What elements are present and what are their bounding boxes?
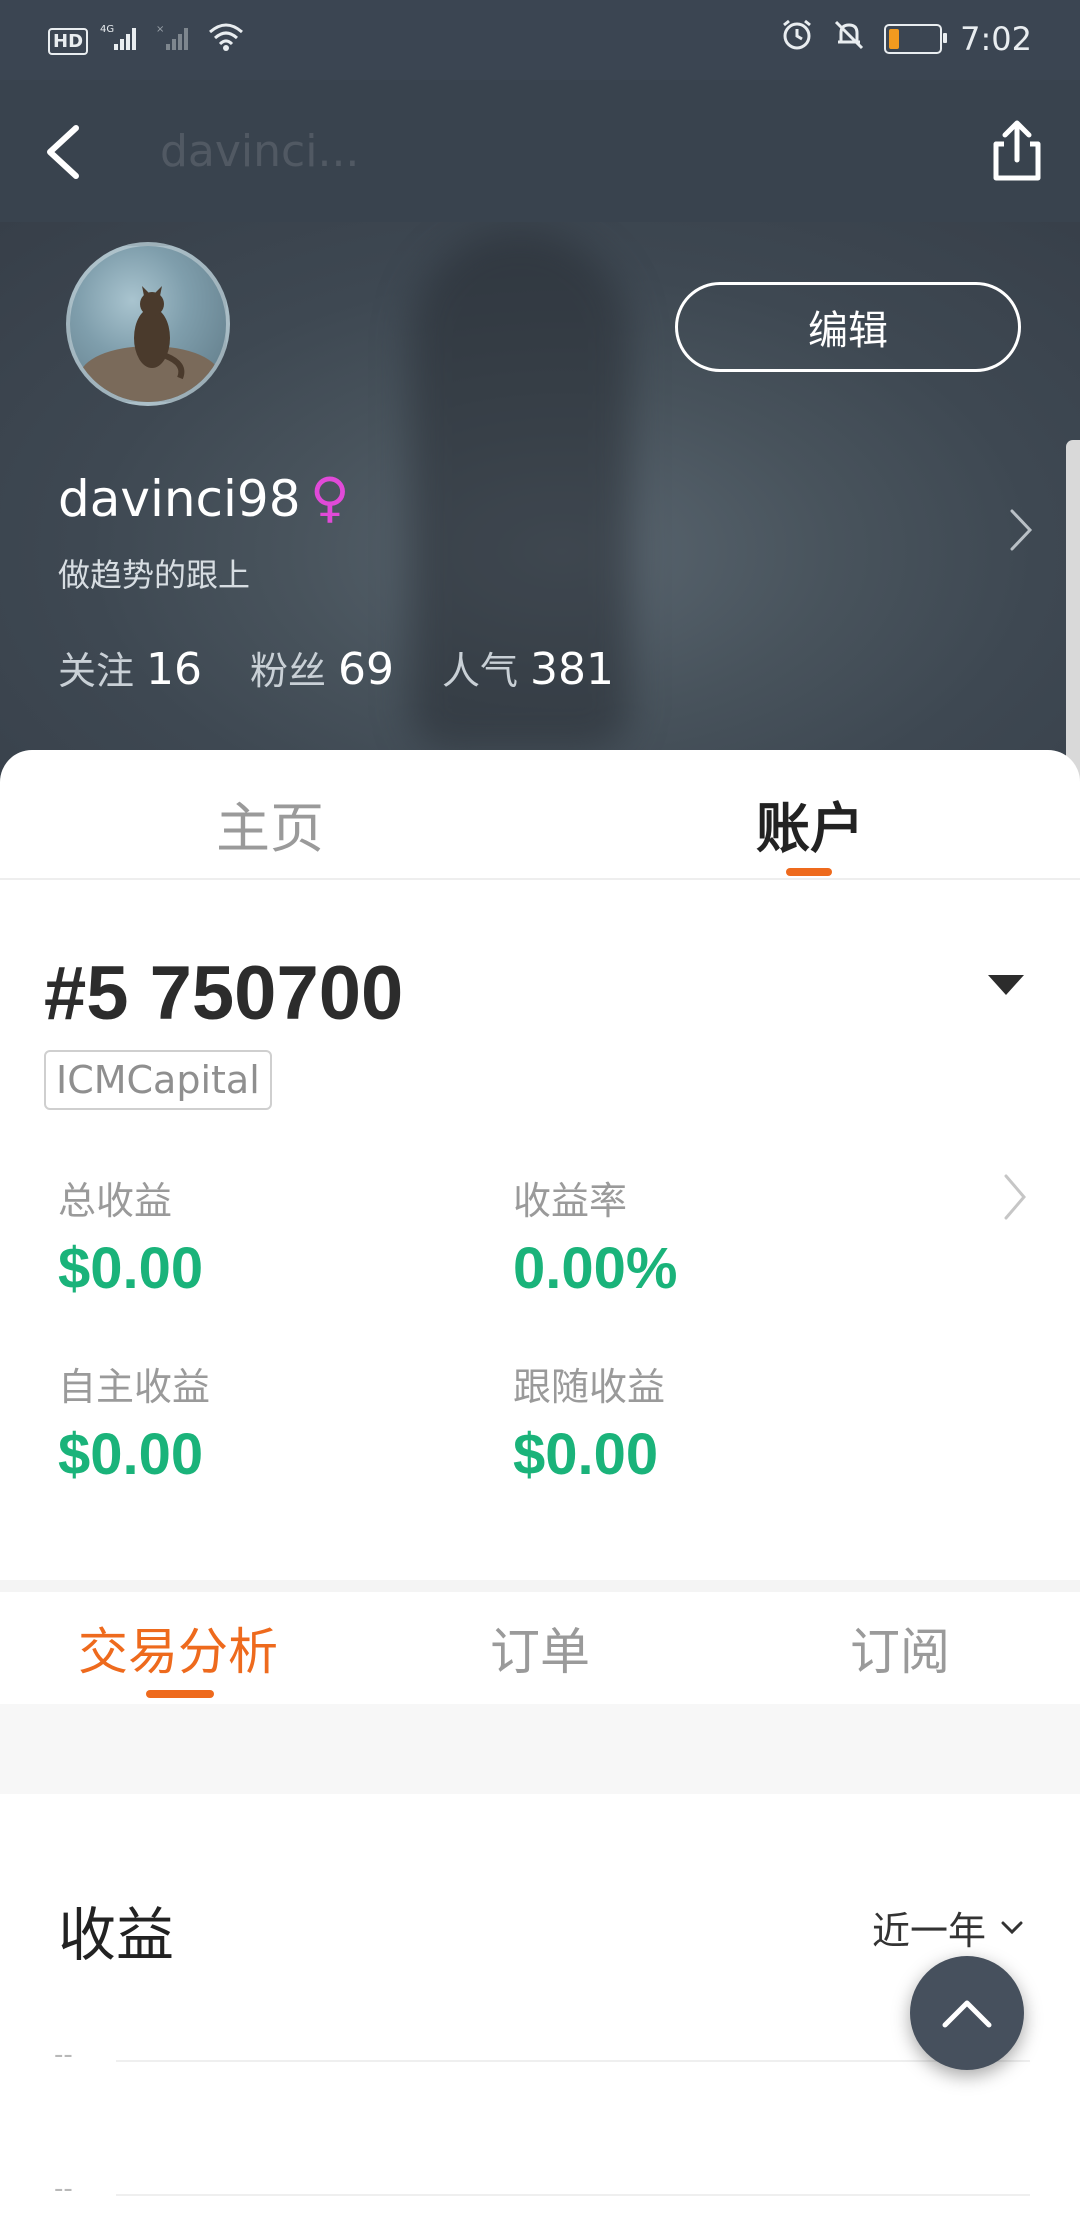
chart-tick-label: -- bbox=[54, 2174, 73, 2204]
metrics-detail-chevron-icon[interactable] bbox=[1000, 1170, 1030, 1224]
stat-label: 关注 bbox=[58, 649, 135, 693]
stat-following[interactable]: 关注 16 bbox=[58, 640, 202, 695]
status-bar: HD 4G × 7:02 bbox=[0, 0, 1080, 80]
account-number: #5 750700 bbox=[44, 951, 404, 1036]
top-bar: davinci... bbox=[0, 80, 1080, 222]
chevron-up-icon bbox=[942, 2000, 992, 2028]
back-arrow-icon bbox=[47, 125, 79, 179]
metric-return-rate: 收益率 0.00% bbox=[513, 1170, 677, 1302]
gridline bbox=[116, 2060, 1030, 2062]
share-button[interactable] bbox=[984, 118, 1050, 184]
profile-detail-chevron-icon[interactable] bbox=[1006, 505, 1036, 555]
battery-icon bbox=[884, 24, 948, 54]
alarm-icon bbox=[780, 18, 814, 60]
account-dropdown-caret-icon[interactable] bbox=[988, 975, 1024, 995]
metric-value: $0.00 bbox=[58, 1422, 204, 1487]
income-title: 收益 bbox=[58, 1901, 175, 1969]
chart-gridline: -- bbox=[54, 2040, 1034, 2080]
tab-orders[interactable]: 订单 bbox=[490, 1612, 590, 1684]
metric-value: $0.00 bbox=[58, 1236, 204, 1301]
profile-stats: 关注 16 粉丝 69 人气 381 bbox=[58, 640, 614, 695]
metric-follow-profit: 跟随收益 $0.00 bbox=[513, 1356, 665, 1488]
mute-bell-icon bbox=[832, 18, 866, 60]
chevron-down-icon bbox=[1001, 1921, 1023, 1934]
period-select-value: 近一年 bbox=[871, 1909, 986, 1953]
share-icon bbox=[993, 120, 1041, 181]
wifi-icon bbox=[208, 22, 244, 60]
tab-trade-analysis[interactable]: 交易分析 bbox=[78, 1612, 278, 1684]
female-gender-icon: ♀ bbox=[310, 466, 350, 529]
period-select[interactable]: 近一年 bbox=[872, 1900, 1024, 1955]
metric-label: 收益率 bbox=[513, 1179, 628, 1223]
main-tabs: 主页 账户 bbox=[0, 750, 1080, 880]
tab-active-indicator bbox=[786, 868, 832, 876]
profile-bio: 做趋势的跟上 bbox=[58, 556, 251, 594]
metric-label: 自主收益 bbox=[58, 1365, 211, 1409]
stat-value: 69 bbox=[338, 644, 395, 695]
metric-value: $0.00 bbox=[513, 1422, 659, 1487]
tab-subscriptions[interactable]: 订阅 bbox=[850, 1612, 950, 1684]
tab-home[interactable]: 主页 bbox=[216, 784, 324, 863]
back-button[interactable] bbox=[34, 122, 94, 182]
stat-value: 381 bbox=[530, 644, 615, 695]
sub-tabs: 交易分析 订单 订阅 bbox=[0, 1592, 1080, 1704]
signal-4g-icon: 4G bbox=[100, 22, 144, 60]
edit-profile-button[interactable]: 编辑 bbox=[675, 282, 1021, 372]
broker-tag: ICMCapital bbox=[44, 1050, 272, 1110]
metric-total-profit: 总收益 $0.00 bbox=[58, 1170, 203, 1302]
metric-label: 跟随收益 bbox=[513, 1365, 666, 1409]
avatar[interactable] bbox=[66, 242, 230, 406]
section-spacer bbox=[0, 1704, 1080, 1794]
stat-label: 人气 bbox=[442, 649, 519, 693]
stat-followers[interactable]: 粉丝 69 bbox=[250, 640, 394, 695]
scroll-to-top-button[interactable] bbox=[910, 1956, 1024, 2070]
section-divider bbox=[0, 1580, 1080, 1592]
metric-value: 0.00% bbox=[513, 1236, 678, 1301]
profile-header: HD 4G × 7:02 davinci... 编辑 davinci98 ♀ 做… bbox=[0, 0, 1080, 790]
svg-text:4G: 4G bbox=[100, 24, 114, 35]
stat-popularity[interactable]: 人气 381 bbox=[442, 640, 614, 695]
hd-icon: HD bbox=[48, 27, 89, 55]
metric-label: 总收益 bbox=[58, 1179, 173, 1223]
sub-tab-active-indicator bbox=[146, 1690, 214, 1698]
stat-value: 16 bbox=[146, 644, 203, 695]
chart-gridline: -- bbox=[54, 2174, 1034, 2214]
gridline bbox=[116, 2194, 1030, 2196]
tab-account[interactable]: 账户 bbox=[756, 784, 864, 863]
stat-label: 粉丝 bbox=[250, 649, 327, 693]
metric-self-profit: 自主收益 $0.00 bbox=[58, 1356, 210, 1488]
username: davinci98 bbox=[58, 470, 301, 528]
chart-tick-label: -- bbox=[54, 2040, 73, 2070]
signal-none-icon: × bbox=[156, 22, 196, 60]
svg-text:×: × bbox=[156, 24, 164, 35]
faded-page-title: davinci... bbox=[160, 126, 360, 177]
clock-time: 7:02 bbox=[960, 20, 1032, 58]
